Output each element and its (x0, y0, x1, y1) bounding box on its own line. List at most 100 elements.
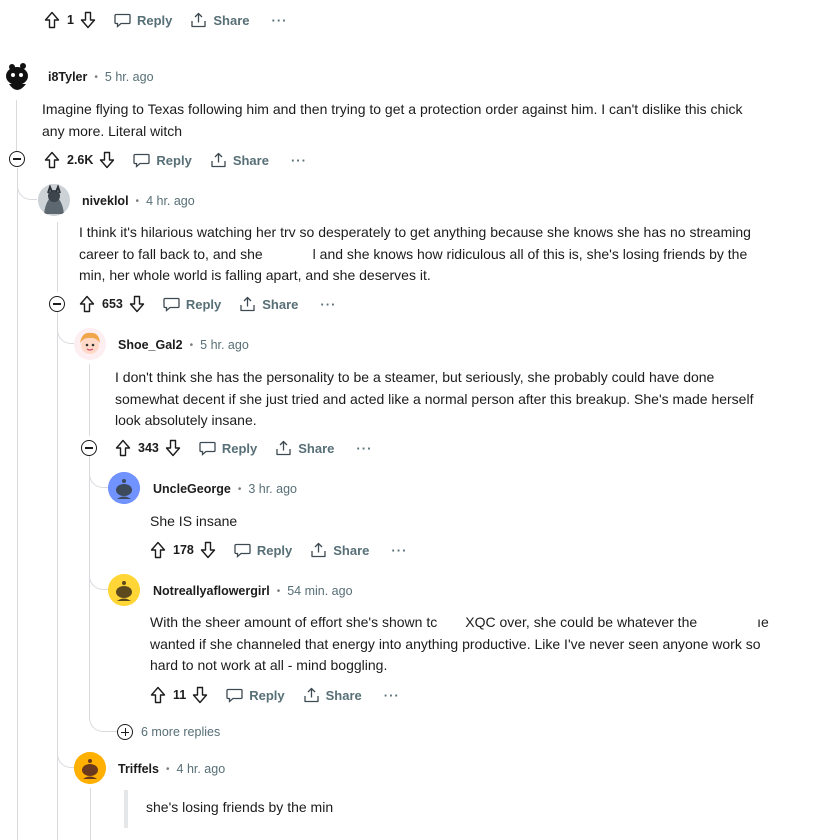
downvote-icon[interactable] (165, 439, 181, 457)
more-options-button[interactable]: ··· (320, 297, 336, 312)
more-options-button[interactable]: ··· (272, 13, 288, 28)
more-options-button[interactable]: ··· (291, 153, 307, 168)
share-icon (276, 440, 291, 456)
more-options-button[interactable]: ··· (356, 441, 372, 456)
downvote-icon[interactable] (129, 295, 145, 313)
comment-body: Imagine flying to Texas following him an… (42, 101, 743, 139)
reply-icon (163, 297, 180, 312)
share-button[interactable]: Share (190, 12, 250, 28)
share-button[interactable]: Share (239, 296, 298, 312)
downvote-icon[interactable] (200, 541, 216, 559)
username[interactable]: Shoe_Gal2 (118, 338, 183, 352)
blockquote: she's losing friends by the min (124, 790, 333, 828)
reply-icon (199, 441, 216, 456)
comment-meta: UncleGeorge • 3 hr. ago (153, 482, 297, 496)
vote-count: 2.6K (67, 153, 94, 167)
more-replies-label: 6 more replies (141, 725, 221, 739)
share-button[interactable]: Share (275, 440, 334, 456)
vote-count: 653 (102, 297, 123, 311)
collapse-thread-button[interactable] (81, 440, 97, 456)
timestamp[interactable]: 4 hr. ago (177, 762, 226, 776)
thread-line-c1 (17, 168, 18, 840)
timestamp[interactable]: 5 hr. ago (105, 70, 154, 84)
collapse-thread-button[interactable] (9, 151, 25, 167)
comment-actions: 178 Reply Share ··· (150, 540, 407, 560)
comment-body: She IS insane (150, 513, 238, 529)
upvote-icon[interactable] (44, 11, 60, 29)
avatar[interactable] (38, 184, 70, 216)
thread-curve-c6 (57, 744, 75, 768)
comment-actions: 343 Reply Share ··· (115, 438, 372, 458)
thread-line-c3-children (89, 456, 90, 712)
timestamp[interactable]: 4 hr. ago (146, 194, 195, 208)
vote-count: 343 (138, 441, 159, 455)
upvote-icon[interactable] (150, 686, 166, 704)
comment-body: I think it's hilarious watching her trv … (79, 224, 751, 283)
username[interactable]: Notreallyaflowergirl (153, 584, 270, 598)
upvote-icon[interactable] (150, 541, 166, 559)
thread-curve-c3 (57, 322, 75, 344)
share-icon (240, 296, 255, 312)
share-icon (211, 152, 226, 168)
username[interactable]: niveklol (82, 194, 129, 208)
reply-button[interactable]: Reply (226, 687, 285, 703)
downvote-icon[interactable] (80, 11, 96, 29)
reply-button[interactable]: Reply (114, 12, 172, 28)
share-icon (303, 687, 319, 703)
upvote-icon[interactable] (44, 151, 60, 169)
reply-button[interactable]: Reply (234, 542, 292, 558)
thread-curve-more (89, 712, 117, 732)
collapse-thread-button[interactable] (49, 296, 65, 312)
avatar[interactable] (0, 60, 36, 96)
username[interactable]: i8Tyler (48, 70, 87, 84)
reply-button[interactable]: Reply (199, 440, 257, 456)
reply-icon (133, 153, 151, 168)
share-icon (191, 12, 207, 28)
comment-actions: 2.6K Reply Share ··· (44, 150, 307, 170)
thread-line-c3 (89, 364, 90, 436)
username[interactable]: Triffels (118, 762, 159, 776)
timestamp[interactable]: 5 hr. ago (200, 338, 249, 352)
comment-actions: 653 Reply Share ··· (79, 294, 336, 314)
comment-meta: Notreallyaflowergirl • 54 min. ago (153, 584, 353, 598)
comment-meta: Shoe_Gal2 • 5 hr. ago (118, 338, 249, 352)
timestamp[interactable]: 3 hr. ago (248, 482, 297, 496)
thread-curve-c4 (89, 464, 109, 488)
more-options-button[interactable]: ··· (391, 543, 407, 558)
vote-count: 178 (173, 543, 194, 557)
comment-actions: 11 Reply Share ··· (150, 685, 400, 705)
vote-count: 1 (67, 13, 74, 27)
comment-body: I don't think she has the personality to… (115, 369, 754, 428)
share-button[interactable]: Share (310, 542, 369, 558)
reply-icon (234, 543, 251, 558)
thread-curve-c5 (89, 566, 109, 590)
comment-meta: Triffels • 4 hr. ago (118, 762, 226, 776)
upvote-icon[interactable] (79, 295, 95, 313)
avatar[interactable] (74, 328, 106, 360)
comment-meta: i8Tyler • 5 hr. ago (48, 70, 154, 84)
plus-circle-icon (117, 724, 133, 740)
upvote-icon[interactable] (115, 439, 131, 457)
top-comment-actions: 1 Reply Share ··· (44, 10, 288, 30)
comment-body: With the sheer amount of effort she's sh… (150, 614, 769, 673)
avatar[interactable] (108, 574, 140, 606)
reply-icon (114, 13, 131, 28)
thread-curve-c2 (17, 178, 37, 200)
thread-line-c2 (57, 222, 58, 292)
reply-icon (226, 688, 243, 703)
share-button[interactable]: Share (210, 152, 269, 168)
timestamp[interactable]: 54 min. ago (287, 584, 352, 598)
share-icon (311, 542, 326, 558)
username[interactable]: UncleGeorge (153, 482, 231, 496)
more-options-button[interactable]: ··· (384, 688, 400, 703)
more-replies-button[interactable]: 6 more replies (117, 724, 220, 740)
avatar[interactable] (74, 752, 106, 784)
share-button[interactable]: Share (303, 687, 362, 703)
comment-meta: niveklol • 4 hr. ago (82, 194, 195, 208)
reply-button[interactable]: Reply (163, 296, 221, 312)
avatar[interactable] (108, 472, 140, 504)
thread-line-c6 (90, 788, 91, 840)
downvote-icon[interactable] (99, 151, 115, 169)
reply-button[interactable]: Reply (133, 152, 192, 168)
downvote-icon[interactable] (192, 686, 208, 704)
